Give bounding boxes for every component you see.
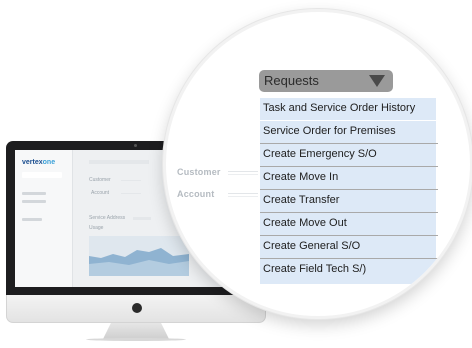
menu-item-create-move-in[interactable]: Create Move In — [260, 167, 438, 190]
mini-nav-item — [22, 200, 46, 203]
lens-field-line — [228, 171, 258, 172]
mini-sidebar: vertexone — [15, 150, 73, 287]
mini-service-address-label: Service Address — [89, 215, 126, 221]
monitor-chin — [6, 295, 266, 323]
mini-header — [89, 160, 149, 164]
mini-account-label: Account — [91, 190, 110, 196]
magnifier-lens: Customer Account Requests Task and Servi… — [163, 9, 472, 319]
mini-field — [133, 217, 151, 220]
lens-account-label: Account — [177, 189, 215, 199]
usage-chart-area — [89, 248, 189, 276]
lens-field-line — [228, 196, 258, 197]
menu-item-create-general-so[interactable]: Create General S/O — [260, 236, 438, 259]
mini-nav-item — [22, 192, 46, 195]
requests-dropdown-button[interactable]: Requests — [259, 70, 393, 92]
mini-customer-label: Customer — [89, 177, 111, 183]
triangle-down-icon — [369, 75, 385, 87]
menu-item-create-transfer[interactable]: Create Transfer — [260, 190, 438, 213]
lens-field-line — [228, 174, 258, 175]
power-button-icon — [132, 303, 142, 313]
camera-icon — [134, 144, 137, 147]
mini-field-line — [121, 180, 141, 181]
monitor-stand — [103, 323, 169, 339]
requests-label: Requests — [264, 73, 319, 88]
mini-field-line — [121, 193, 141, 194]
menu-item-task-service-order-history[interactable]: Task and Service Order History — [260, 98, 438, 121]
usage-chart — [89, 236, 189, 276]
lens-customer-label: Customer — [177, 167, 221, 177]
mini-search — [22, 172, 62, 178]
menu-item-create-emergency-so[interactable]: Create Emergency S/O — [260, 144, 438, 167]
lens-field-line — [228, 193, 258, 194]
monitor-stand-shadow — [86, 338, 186, 341]
requests-menu: Task and Service Order History Service O… — [259, 97, 438, 285]
brand-logo: vertexone — [22, 159, 56, 166]
mini-nav-item — [22, 218, 42, 221]
menu-item-create-move-out[interactable]: Create Move Out — [260, 213, 438, 236]
menu-item-service-order-premises[interactable]: Service Order for Premises — [260, 121, 438, 144]
mini-usage-label: Usage — [89, 225, 104, 231]
menu-item-create-field-tech-so[interactable]: Create Field Tech S/) — [260, 259, 438, 282]
